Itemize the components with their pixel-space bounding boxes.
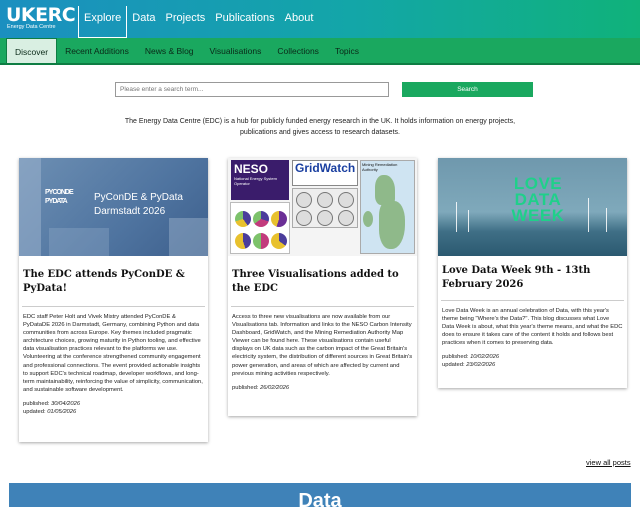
main-nav: Explore Data Projects Publications About: [78, 0, 318, 38]
subnav-recent-additions[interactable]: Recent Additions: [57, 38, 137, 63]
mining-map: Mining Remediation Authority: [360, 160, 415, 254]
post-updated: updated: 01/05/2026: [23, 408, 77, 415]
nav-explore[interactable]: Explore: [78, 6, 128, 38]
post-card-visualisations[interactable]: NESO National Energy System Operator Gri…: [228, 158, 417, 416]
post-published: published: 10/02/2026: [442, 354, 500, 361]
pyconde-image-text: PyConDE & PyData Darmstadt 2026: [94, 192, 183, 217]
pie-charts-panel: [230, 202, 290, 254]
subnav-news-blog[interactable]: News & Blog: [137, 38, 202, 63]
post-title[interactable]: The EDC attends PyConDE & PyData!: [19, 268, 208, 296]
subnav-collections[interactable]: Collections: [269, 38, 327, 63]
neso-logo: NESO National Energy System Operator: [231, 160, 289, 200]
intro-text: The Energy Data Centre (EDC) is a hub fo…: [124, 118, 516, 136]
post-body: EDC staff Peter Holt and Vivek Mistry at…: [23, 314, 203, 393]
post-card-love-data-week[interactable]: LOVE DATA WEEK Love Data Week 9th - 13th…: [438, 158, 627, 388]
top-navbar: UKERC Energy Data Centre Explore Data Pr…: [0, 0, 640, 38]
post-body: Love Data Week is an annual celebration …: [442, 308, 623, 347]
ukerc-logo[interactable]: UKERC Energy Data Centre: [6, 4, 76, 33]
post-published: published: 30/04/2026: [23, 400, 81, 407]
sub-navbar: Discover Recent Additions News & Blog Vi…: [0, 38, 640, 65]
gauges-panel: [292, 188, 358, 228]
gridwatch-logo: GridWatch: [292, 160, 358, 186]
nav-about[interactable]: About: [280, 0, 319, 32]
data-section-title: Data: [298, 490, 342, 507]
data-section-banner[interactable]: Data: [9, 483, 631, 507]
post-body: Access to three new visualisations are n…: [232, 314, 413, 377]
logo-subtitle: Energy Data Centre: [7, 24, 56, 30]
nav-projects[interactable]: Projects: [161, 0, 211, 32]
nav-publications[interactable]: Publications: [210, 0, 279, 32]
search-input[interactable]: [115, 82, 389, 97]
sub-nav: Discover Recent Additions News & Blog Vi…: [0, 38, 640, 63]
logo-text: UKERC: [6, 4, 76, 26]
view-all-posts-link[interactable]: view all posts: [586, 458, 631, 467]
search-button[interactable]: Search: [402, 82, 533, 97]
subnav-discover[interactable]: Discover: [6, 38, 58, 63]
subnav-topics[interactable]: Topics: [327, 38, 367, 63]
love-data-week-logo: LOVE DATA WEEK: [511, 174, 565, 225]
post-image-visualisations[interactable]: NESO National Energy System Operator Gri…: [228, 158, 417, 256]
post-updated: updated: 23/02/2026: [442, 362, 496, 369]
pyconde-logo: PYCONDE PYDATA: [45, 189, 74, 205]
subnav-visualisations[interactable]: Visualisations: [202, 38, 270, 63]
post-card-pyconde[interactable]: PYCONDE PYDATA PyConDE & PyData Darmstad…: [19, 158, 208, 442]
post-title[interactable]: Love Data Week 9th - 13th February 2026: [438, 264, 627, 292]
post-image-pyconde[interactable]: PYCONDE PYDATA PyConDE & PyData Darmstad…: [19, 158, 208, 256]
post-image-love-data-week[interactable]: LOVE DATA WEEK: [438, 158, 627, 256]
nav-data[interactable]: Data: [127, 0, 160, 32]
post-title[interactable]: Three Visualisations added to the EDC: [228, 268, 417, 296]
post-published: published: 26/02/2026: [232, 384, 290, 391]
